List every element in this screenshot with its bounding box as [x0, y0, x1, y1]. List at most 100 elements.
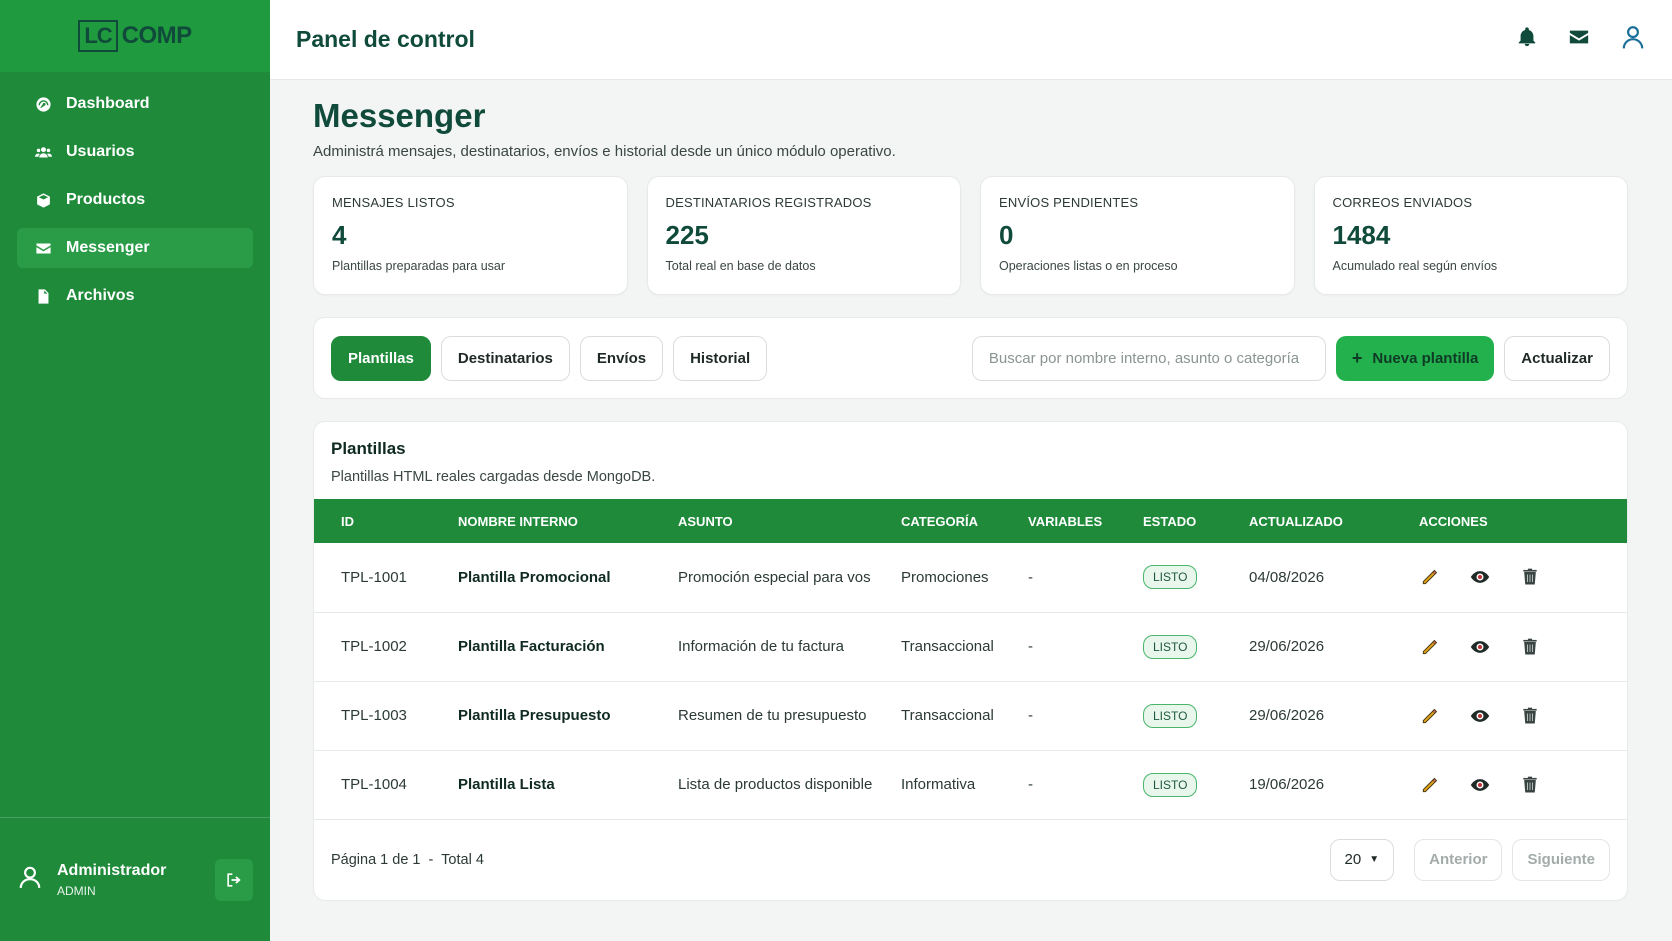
stat-label: CORREOS ENVIADOS [1332, 195, 1473, 210]
tab-plantillas[interactable]: Plantillas [331, 335, 431, 381]
stat-card-mensajes: MENSAJES LISTOS 4 Plantillas preparadas … [313, 176, 628, 295]
cell-actions [1399, 750, 1627, 819]
sidebar-item-dashboard[interactable]: Dashboard [17, 84, 253, 124]
table-row: TPL-1001 Plantilla Promocional Promoción e… [314, 543, 1627, 612]
templates-table: ID NOMBRE INTERNO ASUNTO CATEGORÍA VARIA… [314, 499, 1627, 820]
user-role: ADMIN [57, 883, 96, 898]
cell-id: TPL-1001 [341, 568, 407, 586]
col-asunto[interactable]: ASUNTO [670, 499, 893, 543]
main-content: Messenger Administrá mensajes, destinata… [313, 80, 1628, 901]
cell-category: Transaccional [901, 707, 994, 724]
plus-icon: + [1351, 347, 1363, 368]
col-nombre[interactable]: NOMBRE INTERNO [450, 499, 670, 543]
cell-actions [1399, 612, 1627, 681]
sidebar-item-productos[interactable]: Productos [17, 180, 253, 220]
user-name: Administrador [57, 861, 167, 879]
sidebar-item-messenger[interactable]: Messenger [17, 228, 253, 268]
col-id[interactable]: ID [314, 499, 450, 543]
cell-actions [1399, 543, 1627, 612]
table-row: TPL-1003 Plantilla Presupuesto Resumen de … [314, 681, 1627, 750]
cell-category: Transaccional [901, 638, 994, 655]
pagination-info: Página 1 de 1 - Total 4 [331, 851, 484, 868]
cell-updated: 04/08/2026 [1249, 568, 1325, 586]
user-icon [17, 864, 43, 895]
sidebar-item-archivos[interactable]: Archivos [17, 276, 253, 316]
envelope-icon [34, 239, 52, 257]
eye-icon[interactable] [1469, 636, 1491, 658]
caret-down-icon: ▼ [1369, 854, 1380, 865]
messenger-toolbar: Plantillas Destinatarios Envíos Historia… [313, 317, 1628, 399]
sidebar-user: Administrador ADMIN [0, 817, 270, 941]
profile-icon[interactable] [1620, 24, 1646, 55]
sidebar-item-label: Usuarios [66, 143, 135, 160]
status-badge: LISTO [1143, 565, 1198, 590]
stat-label: ENVÍOS PENDIENTES [999, 195, 1139, 210]
edit-pencil-icon[interactable] [1419, 636, 1441, 658]
edit-pencil-icon[interactable] [1419, 566, 1441, 588]
eye-icon[interactable] [1469, 566, 1491, 588]
col-variables[interactable]: VARIABLES [1020, 499, 1135, 543]
stat-card-correos: CORREOS ENVIADOS 1484 Acumulado real seg… [1313, 176, 1628, 295]
bell-icon[interactable] [1516, 26, 1538, 53]
header-title: Panel de control [296, 26, 475, 52]
status-badge: LISTO [1143, 703, 1198, 728]
cell-status: LISTO [1135, 750, 1241, 819]
box-icon [34, 191, 52, 209]
file-icon [34, 287, 52, 305]
cell-variables: - [1028, 707, 1033, 724]
cell-subject: Resumen de tu presupuesto [678, 707, 867, 724]
logo-mark: LC [78, 20, 118, 52]
tab-destinatarios[interactable]: Destinatarios [440, 335, 570, 381]
refresh-button[interactable]: Actualizar [1504, 335, 1610, 381]
tab-historial[interactable]: Historial [673, 335, 768, 381]
page-size-select[interactable]: 20 ▼ [1329, 838, 1395, 881]
sidebar-item-label: Dashboard [66, 95, 150, 112]
trash-icon[interactable] [1519, 636, 1541, 658]
col-categoria[interactable]: CATEGORÍA [893, 499, 1020, 543]
stat-value: 4 [332, 220, 347, 250]
next-page-button[interactable]: Siguiente [1512, 838, 1610, 881]
stat-desc: Operaciones listas o en proceso [999, 259, 1178, 273]
cell-name: Plantilla Presupuesto [458, 707, 611, 724]
col-acciones: ACCIONES [1419, 513, 1488, 529]
stat-value: 0 [999, 220, 1014, 250]
stat-desc: Plantillas preparadas para usar [332, 259, 506, 273]
page-size-value: 20 [1344, 851, 1362, 868]
prev-page-button[interactable]: Anterior [1414, 838, 1503, 881]
col-estado[interactable]: ESTADO [1135, 499, 1241, 543]
sidebar-item-label: Archivos [66, 287, 135, 304]
cell-category: Promociones [901, 568, 989, 586]
panel-subtitle: Plantillas HTML reales cargadas desde Mo… [331, 469, 656, 485]
logout-icon [224, 870, 244, 890]
table-header: ID NOMBRE INTERNO ASUNTO CATEGORÍA VARIA… [314, 499, 1627, 543]
stat-label: MENSAJES LISTOS [332, 195, 455, 210]
search-input[interactable] [971, 335, 1326, 381]
new-template-label: Nueva plantilla [1372, 349, 1479, 367]
sidebar: LC COMP Dashboard Usuarios Productos Mes… [0, 0, 270, 941]
trash-icon[interactable] [1519, 705, 1541, 727]
new-template-button[interactable]: + Nueva plantilla [1335, 335, 1495, 381]
stat-value: 1484 [1332, 220, 1391, 250]
trash-icon[interactable] [1519, 774, 1541, 796]
edit-pencil-icon[interactable] [1419, 774, 1441, 796]
trash-icon[interactable] [1519, 566, 1541, 588]
stat-card-destinatarios: DESTINATARIOS REGISTRADOS 225 Total real… [646, 176, 961, 295]
eye-icon[interactable] [1469, 774, 1491, 796]
cell-status: LISTO [1135, 543, 1241, 612]
cell-id: TPL-1002 [341, 638, 407, 655]
tab-envios[interactable]: Envíos [579, 335, 664, 381]
eye-icon[interactable] [1469, 705, 1491, 727]
logo[interactable]: LC COMP [0, 0, 270, 72]
col-actualizado[interactable]: ACTUALIZADO [1241, 499, 1399, 543]
gauge-icon [34, 95, 52, 113]
page-title: Messenger [313, 97, 486, 134]
cell-category: Informativa [901, 776, 976, 793]
mail-icon[interactable] [1568, 26, 1590, 53]
logout-button[interactable] [215, 858, 253, 901]
users-icon [34, 143, 52, 161]
sidebar-item-usuarios[interactable]: Usuarios [17, 132, 253, 172]
table-row: TPL-1002 Plantilla Facturación Información… [314, 612, 1627, 681]
cell-name: Plantilla Facturación [458, 638, 605, 655]
cell-updated: 19/06/2026 [1249, 776, 1325, 793]
edit-pencil-icon[interactable] [1419, 705, 1441, 727]
